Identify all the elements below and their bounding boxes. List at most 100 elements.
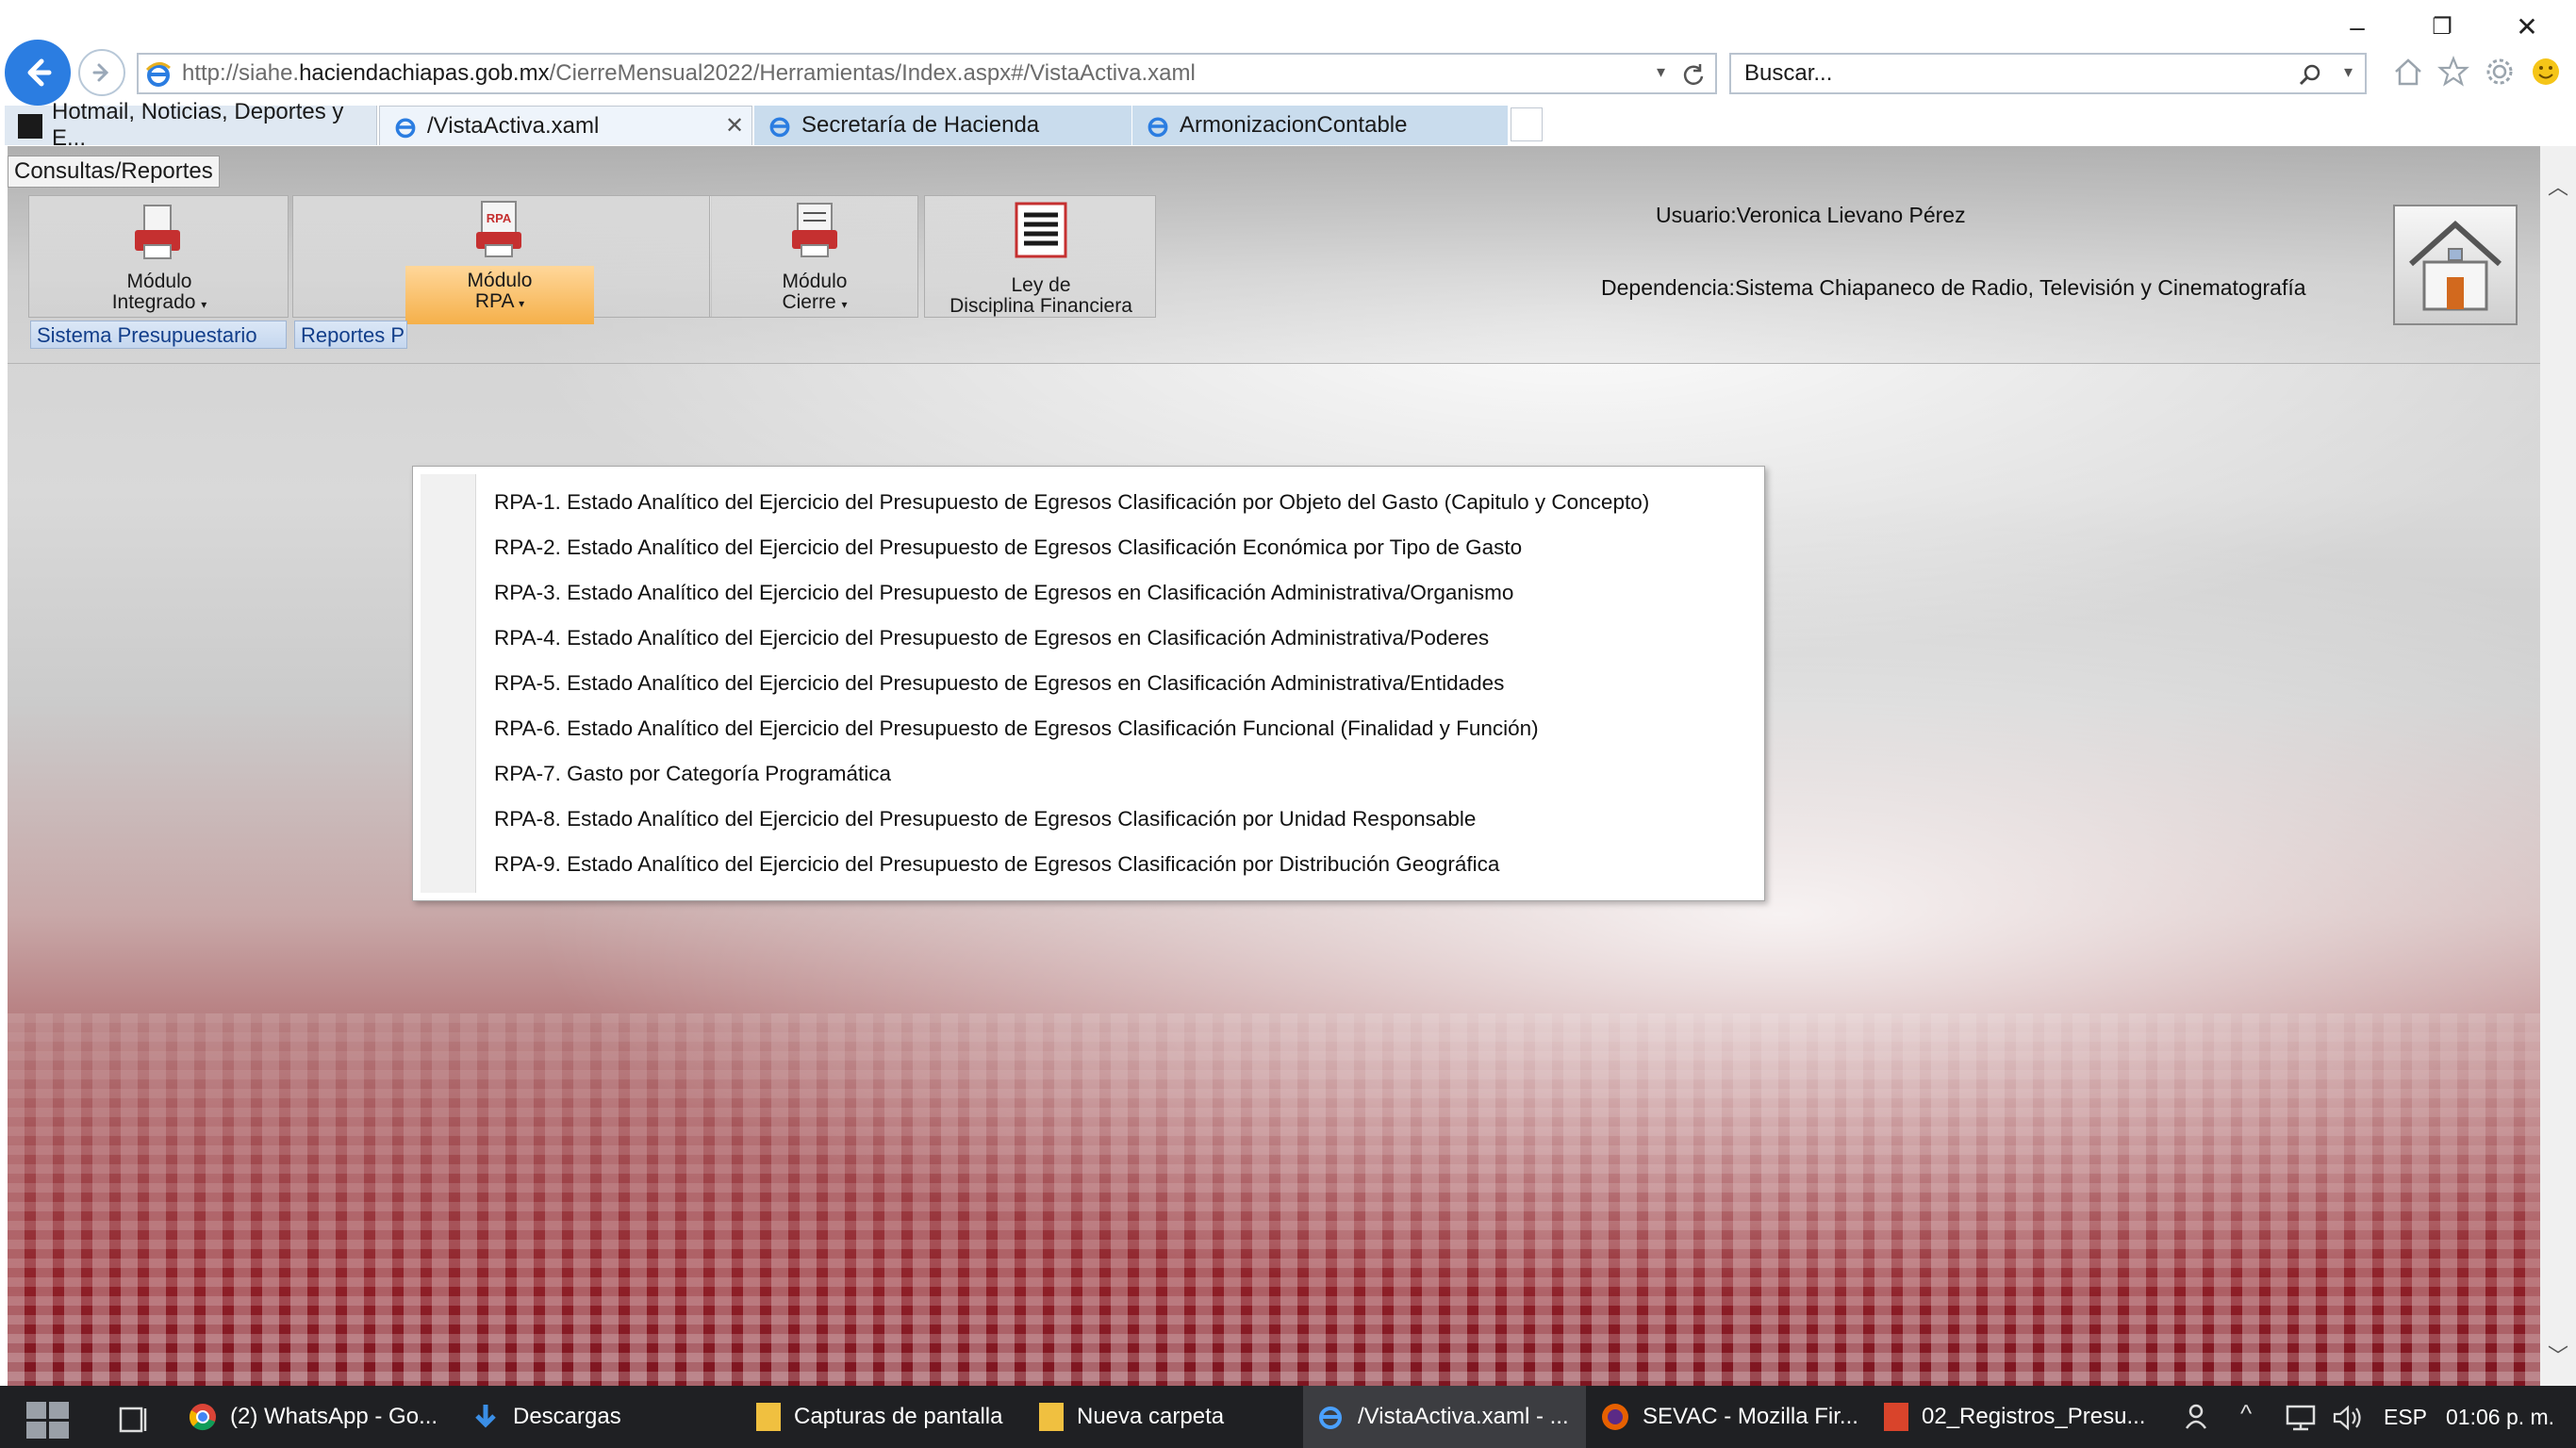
menu-item-rpa-9[interactable]: RPA-9. Estado Analítico del Ejercicio de… <box>494 846 1499 883</box>
button-label: Cierre <box>782 291 836 313</box>
chevron-down-icon: ▾ <box>201 298 207 311</box>
smiley-icon[interactable] <box>2530 56 2562 88</box>
menu-item-rpa-4[interactable]: RPA-4. Estado Analítico del Ejercicio de… <box>494 619 1489 657</box>
close-tab-icon[interactable]: ✕ <box>725 112 744 140</box>
chevron-down-icon: ▾ <box>519 297 525 310</box>
url-text: http://siahe.haciendachiapas.gob.mx/Cier… <box>182 60 1196 86</box>
tab-label: Hotmail, Noticias, Deportes y E... <box>52 99 344 151</box>
tab-secretaria-hacienda[interactable]: Secretaría de Hacienda <box>754 106 1131 145</box>
rpa-report-icon: RPA <box>476 201 521 257</box>
close-window-button[interactable]: ✕ <box>2508 11 2546 43</box>
refresh-icon[interactable] <box>1681 62 1706 87</box>
search-dropdown-icon[interactable]: ▾ <box>2344 62 2353 82</box>
decorative-banner <box>8 1013 2540 1386</box>
home-icon[interactable] <box>2392 57 2424 87</box>
forward-arrow-icon <box>92 63 109 82</box>
button-label: RPA <box>474 290 514 312</box>
clock[interactable]: 01:06 p. m. <box>2446 1405 2554 1430</box>
group-ley-disciplina: Ley de Disciplina Financiera <box>924 195 1156 318</box>
modulo-integrado-button[interactable]: Módulo Integrado ▾ <box>29 272 289 315</box>
app-canvas: Consultas/Reportes Módulo Integrado ▾ Si… <box>8 146 2540 1386</box>
volume-icon[interactable] <box>2331 1403 2365 1433</box>
button-label: Integrado <box>111 291 196 313</box>
star-icon[interactable] <box>2437 56 2469 88</box>
gear-icon[interactable] <box>2484 56 2516 88</box>
tab-hotmail[interactable]: Hotmail, Noticias, Deportes y E... <box>5 99 377 151</box>
taskbar-capturas[interactable]: Capturas de pantalla <box>756 1386 1002 1448</box>
search-input[interactable]: Buscar... ▾ <box>1729 53 2367 94</box>
menu-item-rpa-7[interactable]: RPA-7. Gasto por Categoría Programática <box>494 755 891 793</box>
ie-icon <box>1148 117 1168 138</box>
user-label: Usuario: <box>1656 203 1737 227</box>
group-modulo-cierre: Módulo Cierre ▾ <box>709 195 918 318</box>
dependency-info: Dependencia:Sistema Chiapaneco de Radio,… <box>1601 275 2306 301</box>
modulo-cierre-button[interactable]: Módulo Cierre ▾ <box>710 272 919 315</box>
taskbar-descargas[interactable]: Descargas <box>471 1386 621 1448</box>
task-view-icon[interactable] <box>119 1405 151 1435</box>
vertical-scrollbar[interactable]: ︿ ﹀ <box>2540 146 2576 1386</box>
user-name: Veronica Lievano Pérez <box>1736 203 1966 227</box>
group-label-reportes: Reportes P <box>294 321 407 349</box>
user-info: Usuario:Veronica Lievano Pérez <box>1656 203 1966 228</box>
folder-icon <box>756 1403 781 1431</box>
taskbar-label: (2) WhatsApp - Go... <box>230 1404 438 1429</box>
menu-item-rpa-2[interactable]: RPA-2. Estado Analítico del Ejercicio de… <box>494 529 1522 567</box>
address-bar[interactable]: http://siahe.haciendachiapas.gob.mx/Cier… <box>137 53 1717 94</box>
chrome-icon <box>190 1404 216 1431</box>
tab-armonizacion-contable[interactable]: ArmonizacionContable <box>1132 106 1508 145</box>
button-label: Módulo <box>467 270 533 291</box>
msn-icon <box>18 114 42 139</box>
taskbar-label: Nueva carpeta <box>1077 1404 1225 1429</box>
network-icon[interactable] <box>2284 1403 2318 1433</box>
windows-start-icon[interactable] <box>26 1402 70 1440</box>
tab-label: /VistaActiva.xaml <box>427 112 600 139</box>
tab-consultas-reportes[interactable]: Consultas/Reportes <box>8 156 220 188</box>
svg-text:RPA: RPA <box>487 211 512 225</box>
forward-button[interactable] <box>78 49 125 96</box>
people-icon[interactable] <box>2184 1402 2214 1432</box>
menu-item-rpa-8[interactable]: RPA-8. Estado Analítico del Ejercicio de… <box>494 800 1476 838</box>
list-icon <box>1015 202 1067 258</box>
taskbar-nueva-carpeta[interactable]: Nueva carpeta <box>1039 1386 1224 1448</box>
firefox-icon <box>1602 1404 1628 1430</box>
button-label: Módulo <box>126 271 192 292</box>
taskbar-vista-activa[interactable]: /VistaActiva.xaml - ... <box>1316 1386 1569 1448</box>
ie-icon <box>769 117 790 138</box>
url-dropdown-icon[interactable]: ▾ <box>1657 62 1665 82</box>
ie-icon <box>145 62 171 87</box>
tab-vista-activa[interactable]: /VistaActiva.xaml ✕ <box>379 106 752 145</box>
menu-item-rpa-3[interactable]: RPA-3. Estado Analítico del Ejercicio de… <box>494 574 1513 612</box>
modulo-rpa-label: Módulo RPA ▾ <box>405 271 594 314</box>
taskbar-registros-presu[interactable]: 02_Registros_Presu... <box>1884 1386 2145 1448</box>
app-home-button[interactable] <box>2393 205 2518 325</box>
tray-expand-icon[interactable]: ^ <box>2240 1399 2252 1428</box>
taskbar-sevac-firefox[interactable]: SEVAC - Mozilla Fir... <box>1601 1386 1858 1448</box>
menu-item-rpa-1[interactable]: RPA-1. Estado Analítico del Ejercicio de… <box>494 484 1649 521</box>
menu-item-rpa-6[interactable]: RPA-6. Estado Analítico del Ejercicio de… <box>494 710 1539 748</box>
menu-item-rpa-5[interactable]: RPA-5. Estado Analítico del Ejercicio de… <box>494 665 1504 702</box>
new-tab-button[interactable] <box>1511 107 1543 141</box>
language-indicator[interactable]: ESP <box>2384 1405 2427 1430</box>
minimize-button[interactable]: – <box>2338 11 2376 43</box>
folder-icon <box>1039 1403 1064 1431</box>
ley-disciplina-button[interactable]: Ley de Disciplina Financiera <box>925 275 1157 317</box>
restore-button[interactable]: ❐ <box>2423 11 2461 43</box>
button-label: Disciplina Financiera <box>949 295 1132 317</box>
dependency-label: Dependencia: <box>1601 275 1735 300</box>
back-button[interactable] <box>5 40 71 106</box>
taskbar-whatsapp[interactable]: (2) WhatsApp - Go... <box>189 1386 438 1448</box>
taskbar-label: Descargas <box>513 1404 621 1429</box>
search-placeholder: Buscar... <box>1744 60 1833 86</box>
document-printer-icon <box>135 205 180 259</box>
scroll-down-icon[interactable]: ﹀ <box>2548 1340 2568 1370</box>
ie-icon <box>1319 1407 1342 1429</box>
tab-label: ArmonizacionContable <box>1180 112 1408 138</box>
taskbar-label: /VistaActiva.xaml - ... <box>1358 1404 1569 1429</box>
chevron-down-icon: ▾ <box>841 298 848 311</box>
scroll-up-icon[interactable]: ︿ <box>2548 171 2568 201</box>
document-icon <box>1884 1403 1908 1431</box>
dependency-name: Sistema Chiapaneco de Radio, Televisión … <box>1734 275 2306 300</box>
menu-gutter <box>421 474 476 893</box>
search-icon[interactable] <box>2297 62 2323 89</box>
taskbar-label: Capturas de pantalla <box>794 1404 1003 1429</box>
